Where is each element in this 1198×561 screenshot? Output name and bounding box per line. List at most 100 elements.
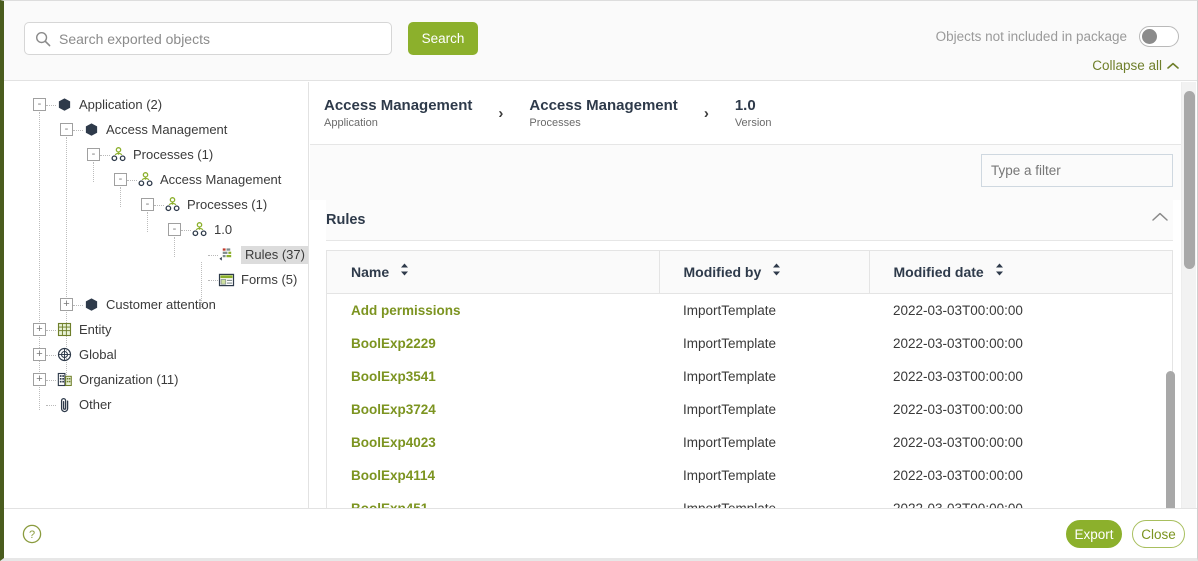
breadcrumb-item-1[interactable]: Access Management Processes <box>529 97 677 129</box>
cell-modified-by: ImportTemplate <box>683 402 777 417</box>
search-button[interactable]: Search <box>408 22 478 55</box>
rule-link[interactable]: BoolExp3541 <box>351 369 436 384</box>
table-row[interactable]: BoolExp4114 ImportTemplate 2022-03-03T00:0… <box>327 459 1172 492</box>
tree-item[interactable]: - Processes (1) <box>4 192 308 217</box>
rule-link[interactable]: BoolExp4114 <box>351 468 435 483</box>
tree-item[interactable]: - Application (2) <box>4 92 308 117</box>
tree-connector-dots <box>127 179 137 181</box>
objects-not-included-toggle-row: Objects not included in package <box>936 26 1179 47</box>
tree-item[interactable]: - 1.0 <box>4 217 308 242</box>
svg-text:?: ? <box>29 529 35 541</box>
rule-link[interactable]: Add permissions <box>351 303 461 318</box>
export-objects-dialog: Search Objects not included in package C… <box>0 0 1198 561</box>
breadcrumb-item-2[interactable]: 1.0 Version <box>735 97 772 129</box>
search-input[interactable] <box>51 23 391 54</box>
expand-icon[interactable]: + <box>33 323 46 336</box>
process-icon <box>164 196 181 213</box>
objects-not-included-toggle[interactable] <box>1139 26 1179 47</box>
content-panel: Access Management Application › Access M… <box>310 82 1189 510</box>
tree-item[interactable]: Forms (5) <box>4 267 308 292</box>
table-row[interactable]: Add permissions ImportTemplate 2022-03-03T… <box>327 294 1172 328</box>
cell-modified-by: ImportTemplate <box>683 369 777 384</box>
application-icon <box>83 121 100 138</box>
expand-icon[interactable]: + <box>60 298 73 311</box>
export-button[interactable]: Export <box>1066 520 1122 548</box>
column-header-modified-by[interactable]: Modified by <box>659 251 870 294</box>
collapse-icon[interactable]: - <box>33 98 46 111</box>
cell-modified-by: ImportTemplate <box>683 336 777 351</box>
rule-link[interactable]: BoolExp4023 <box>351 435 436 450</box>
cell-name: BoolExp3724 <box>327 393 659 426</box>
tree-item-label: Customer attention <box>106 297 216 312</box>
help-icon[interactable]: ? <box>22 524 42 544</box>
expand-icon[interactable]: + <box>33 373 46 386</box>
collapse-icon[interactable]: - <box>114 173 127 186</box>
tree-connector-dots <box>208 279 218 281</box>
tree-item-label: Entity <box>79 322 112 337</box>
tree-item[interactable]: + Entity <box>4 317 308 342</box>
rule-link[interactable]: BoolExp3724 <box>351 402 436 417</box>
tree-item[interactable]: - Access Management <box>4 167 308 192</box>
collapse-icon[interactable]: - <box>168 223 181 236</box>
application-icon <box>83 296 100 313</box>
table-scrollbar-thumb[interactable] <box>1166 371 1175 510</box>
search-box[interactable] <box>24 22 392 55</box>
collapse-icon[interactable]: - <box>60 123 73 136</box>
table-row[interactable]: BoolExp3724 ImportTemplate 2022-03-03T00:0… <box>327 393 1172 426</box>
breadcrumb-title: Access Management <box>324 97 473 114</box>
cell-name: BoolExp2229 <box>327 327 659 360</box>
tree-item[interactable]: + Customer attention <box>4 292 308 317</box>
filter-input[interactable] <box>981 154 1173 187</box>
tree-item-label: Access Management <box>160 172 282 187</box>
collapse-icon[interactable]: - <box>87 148 100 161</box>
collapse-icon[interactable]: - <box>141 198 154 211</box>
breadcrumb-item-0[interactable]: Access Management Application <box>324 97 472 129</box>
tree-list: - Application (2) - Access Management - Proce… <box>4 92 308 417</box>
sort-icon[interactable] <box>995 263 1004 279</box>
table-row[interactable]: BoolExp2229 ImportTemplate 2022-03-03T00:0… <box>327 327 1172 360</box>
rules-table-container: Name Modified by Modified date Add permi… <box>326 250 1173 510</box>
tree-connector-dots <box>46 104 56 106</box>
tree-item[interactable]: - Access Management <box>4 117 308 142</box>
tree-item-label: Application (2) <box>79 97 163 112</box>
page-scrollbar[interactable] <box>1181 82 1196 510</box>
tree-connector-dots <box>73 129 83 131</box>
rules-icon <box>218 246 235 263</box>
tree-item[interactable]: + Organization (11) <box>4 367 308 392</box>
close-button[interactable]: Close <box>1132 520 1185 548</box>
cell-modified-date: 2022-03-03T00:00:00 <box>893 369 1023 384</box>
chevron-up-icon <box>1167 58 1179 73</box>
expand-icon[interactable]: + <box>33 348 46 361</box>
tree-connector-dots <box>208 254 218 256</box>
rules-table: Name Modified by Modified date Add permi… <box>327 251 1172 510</box>
tree-item[interactable]: - Processes (1) <box>4 142 308 167</box>
filter-area <box>310 145 1189 200</box>
column-header-name[interactable]: Name <box>327 251 660 294</box>
column-header-modified-date[interactable]: Modified date <box>869 251 1172 294</box>
table-row[interactable]: BoolExp3541 ImportTemplate 2022-03-03T00:0… <box>327 360 1172 393</box>
organization-icon <box>56 371 73 388</box>
tree-connector-dots <box>100 154 110 156</box>
table-row[interactable]: BoolExp4023 ImportTemplate 2022-03-03T00:0… <box>327 426 1172 459</box>
process-icon <box>191 221 208 238</box>
column-label: Name <box>351 264 390 280</box>
tree-connector-dots <box>46 354 56 356</box>
entity-icon <box>56 321 73 338</box>
page-scrollbar-thumb[interactable] <box>1184 91 1195 269</box>
tree-item[interactable]: + Global <box>4 342 308 367</box>
chevron-up-icon[interactable] <box>1151 211 1169 226</box>
tree-item-label: Processes (1) <box>187 197 268 212</box>
column-label: Modified date <box>893 264 984 280</box>
tree-item[interactable]: Rules (37) <box>4 242 308 267</box>
rule-link[interactable]: BoolExp2229 <box>351 336 436 351</box>
other-icon <box>56 396 73 413</box>
sort-icon[interactable] <box>400 263 409 279</box>
tree-item[interactable]: Other <box>4 392 308 417</box>
sort-icon[interactable] <box>772 263 781 279</box>
object-tree-panel[interactable]: - Application (2) - Access Management - Proce… <box>4 82 309 510</box>
dialog-footer: ? Export Close <box>4 508 1197 558</box>
rules-section-header[interactable]: Rules <box>326 200 1173 241</box>
global-icon <box>56 346 73 363</box>
process-icon <box>110 146 127 163</box>
collapse-all-button[interactable]: Collapse all <box>1092 58 1179 73</box>
